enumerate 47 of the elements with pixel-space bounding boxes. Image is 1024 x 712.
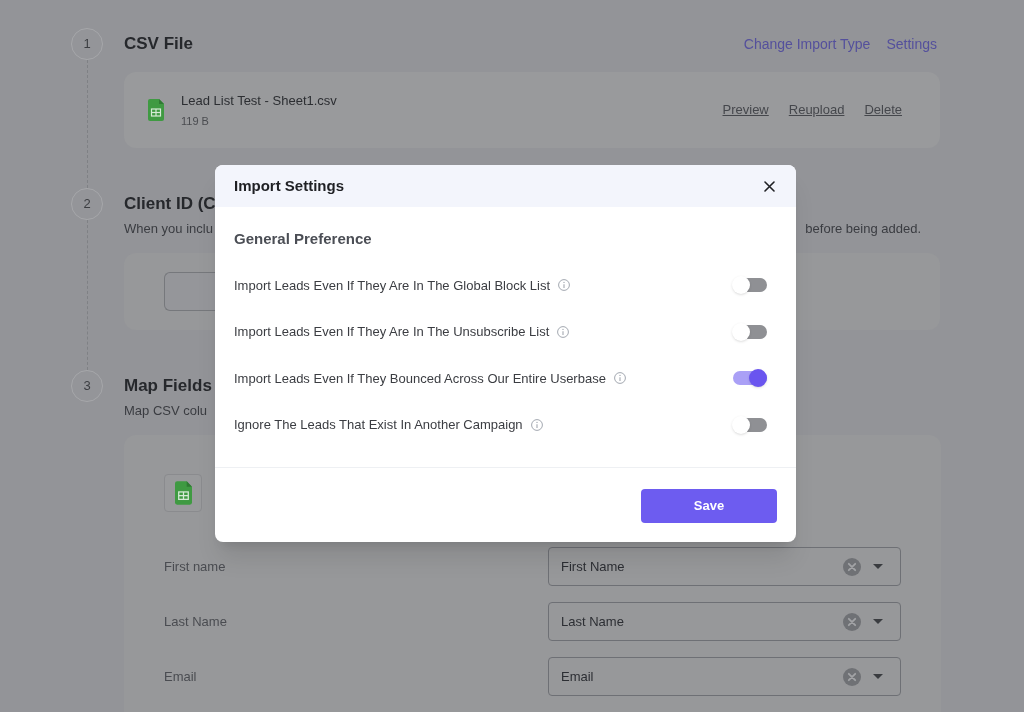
option-label: Import Leads Even If They Bounced Across Our Entire Userbase: [234, 369, 606, 388]
clear-icon: [843, 667, 861, 686]
clear-icon: [843, 612, 861, 631]
field-label: Email: [164, 667, 198, 686]
toggle-switch[interactable]: [732, 414, 767, 435]
spreadsheet-icon: [148, 99, 164, 121]
option-label: Import Leads Even If They Are In The Global Block List: [234, 276, 551, 295]
file-action-link[interactable]: Reupload: [788, 100, 845, 120]
section-title: CSV File: [124, 33, 193, 56]
save-button[interactable]: Save: [641, 489, 777, 523]
input-field[interactable]: [164, 272, 215, 311]
field-label: First name: [164, 557, 227, 576]
info-icon: [530, 418, 543, 431]
header-link[interactable]: Change Import Type: [743, 33, 871, 55]
step-number: 1: [71, 28, 103, 60]
section-description: Map CSV colu: [124, 402, 208, 421]
caret-icon: [873, 564, 883, 569]
header-link[interactable]: Settings: [886, 33, 937, 55]
option-label: Ignore The Leads That Exist In Another Campaign: [234, 416, 523, 434]
field-label: Last Name: [164, 612, 228, 631]
file-action-link[interactable]: Delete: [864, 100, 902, 120]
file-action-link[interactable]: Preview: [722, 100, 769, 120]
mapping-dropdown[interactable]: First Name: [548, 547, 901, 586]
step-number: 3: [71, 370, 103, 402]
dialog-title: Import Settings: [234, 175, 344, 196]
info-icon: [557, 325, 570, 338]
file-size: 119 B: [181, 114, 210, 129]
section-description: When you inclu: [124, 220, 213, 239]
step-number: 2: [71, 188, 103, 220]
toggle-switch[interactable]: [732, 275, 767, 296]
toggle-switch[interactable]: [732, 368, 767, 389]
spreadsheet-icon: [164, 474, 202, 512]
caret-icon: [873, 674, 883, 679]
close-icon: [764, 180, 775, 192]
info-icon: [613, 372, 626, 385]
option-label: Import Leads Even If They Are In The Unsubscribe List: [234, 323, 550, 341]
mapping-dropdown[interactable]: Last Name: [548, 602, 901, 641]
section-title: Map Fields: [124, 375, 212, 398]
caret-icon: [873, 619, 883, 624]
clear-icon: [843, 557, 861, 576]
mapping-dropdown[interactable]: Email: [548, 657, 901, 696]
section-heading: General Preference: [234, 229, 373, 249]
file-name: Lead List Test - Sheet1.csv: [181, 91, 337, 110]
section-description: before being added.: [805, 220, 921, 239]
section-title: Client ID (C: [124, 193, 216, 216]
info-icon: [558, 279, 571, 292]
toggle-switch[interactable]: [732, 321, 767, 342]
